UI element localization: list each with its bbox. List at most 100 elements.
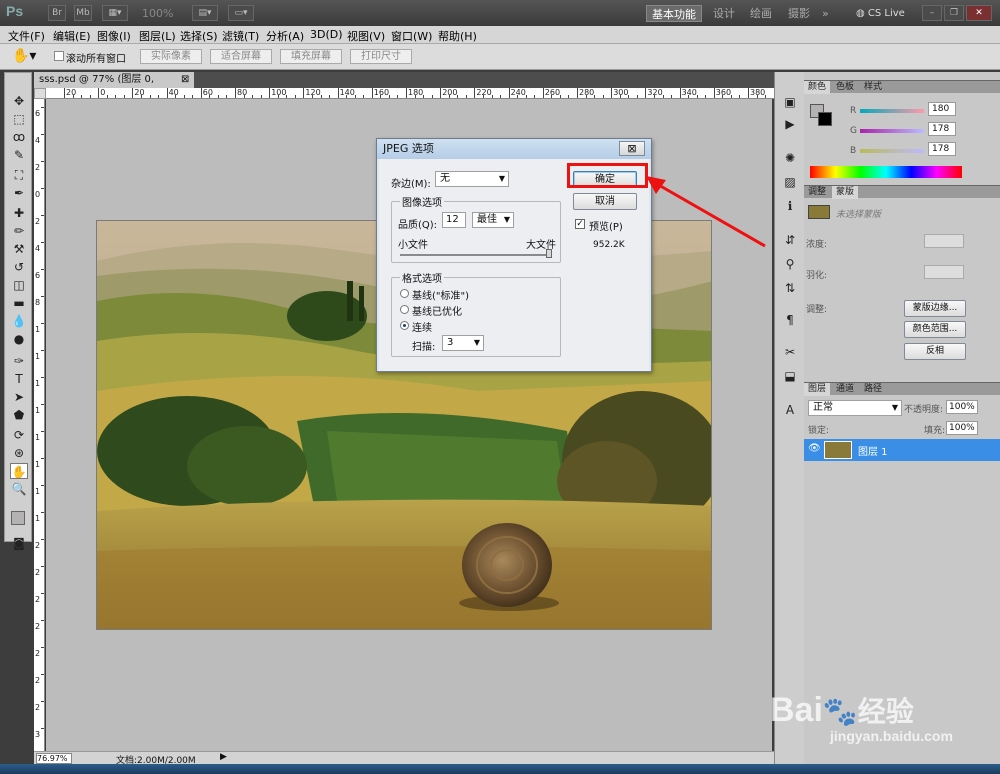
hand-tool-icon[interactable]: ✋▾ bbox=[12, 48, 36, 64]
quick-mask-icon[interactable]: ◙ bbox=[10, 535, 28, 551]
layer-row[interactable]: 👁 图层 1 bbox=[804, 439, 1000, 461]
tab-color[interactable]: 颜色 bbox=[804, 81, 831, 94]
tool-presets-icon[interactable]: ✂ bbox=[781, 344, 799, 360]
status-menu-arrow-icon[interactable]: ▶ bbox=[220, 752, 227, 762]
actual-pixels-button[interactable]: 实际像素 bbox=[140, 49, 202, 64]
quality-slider-thumb[interactable] bbox=[546, 249, 552, 258]
menu-filter[interactable]: 滤镜(T) bbox=[222, 28, 259, 44]
brush-tool-icon[interactable]: ✏ bbox=[10, 223, 28, 239]
panel-background-swatch[interactable] bbox=[818, 112, 832, 126]
path-select-tool-icon[interactable]: ➤ bbox=[10, 389, 28, 405]
zoom-tool-icon[interactable]: 🔍 bbox=[10, 481, 28, 497]
shape-tool-icon[interactable]: ⬟ bbox=[10, 407, 28, 423]
status-zoom-field[interactable]: 76.97% bbox=[36, 753, 72, 764]
eraser-tool-icon[interactable]: ◫ bbox=[10, 277, 28, 293]
3d-orbit-tool-icon[interactable]: ⊛ bbox=[10, 445, 28, 461]
info-panel-icon[interactable]: ℹ bbox=[781, 198, 799, 214]
mask-edge-button[interactable]: 蒙版边缘... bbox=[904, 300, 966, 317]
preview-checkbox[interactable]: ✓ bbox=[575, 219, 585, 229]
blend-mode-select[interactable]: 正常 ▼ bbox=[808, 400, 902, 416]
quality-slider[interactable] bbox=[400, 254, 552, 256]
workspace-photography[interactable]: 摄影 bbox=[788, 5, 810, 22]
quality-input[interactable]: 12 bbox=[442, 212, 466, 228]
menu-3d[interactable]: 3D(D) bbox=[310, 28, 343, 41]
g-slider[interactable] bbox=[860, 129, 924, 133]
crop-tool-icon[interactable]: ⛶ bbox=[10, 167, 28, 183]
ruler-origin[interactable] bbox=[34, 88, 46, 99]
lasso-tool-icon[interactable]: ꝏ bbox=[10, 129, 28, 145]
feather-field[interactable] bbox=[924, 265, 964, 279]
menu-window[interactable]: 窗口(W) bbox=[391, 28, 432, 44]
pen-tool-icon[interactable]: ✑ bbox=[10, 353, 28, 369]
actions-panel-icon[interactable]: ▶ bbox=[781, 116, 799, 132]
character-panel-icon[interactable]: ⇵ bbox=[781, 232, 799, 248]
paragraph-panel-icon[interactable]: ¶ bbox=[781, 312, 799, 328]
menu-view[interactable]: 视图(V) bbox=[347, 28, 385, 44]
bridge-button[interactable]: Br bbox=[48, 5, 66, 21]
clone-stamp-tool-icon[interactable]: ⚒ bbox=[10, 241, 28, 257]
menu-select[interactable]: 选择(S) bbox=[180, 28, 218, 44]
visibility-eye-icon[interactable]: 👁 bbox=[808, 443, 821, 454]
r-slider[interactable] bbox=[860, 109, 924, 113]
opacity-field[interactable]: 100% bbox=[946, 400, 978, 414]
scroll-all-windows-checkbox[interactable] bbox=[54, 51, 64, 61]
restore-button[interactable]: ❐ bbox=[944, 5, 964, 21]
minibridge-button[interactable]: Mb bbox=[74, 5, 92, 21]
menu-edit[interactable]: 编辑(E) bbox=[53, 28, 91, 44]
tab-styles[interactable]: 样式 bbox=[860, 81, 886, 94]
swatches-panel-icon[interactable]: ▨ bbox=[781, 174, 799, 190]
3d-panel-icon[interactable]: A bbox=[781, 402, 799, 418]
brush-panel-icon[interactable]: ✺ bbox=[781, 150, 799, 166]
b-slider[interactable] bbox=[860, 149, 924, 153]
g-value-field[interactable]: 178 bbox=[928, 122, 956, 136]
workspace-painting[interactable]: 绘画 bbox=[750, 5, 772, 22]
quality-preset-select[interactable]: 最佳 ▼ bbox=[472, 212, 514, 228]
close-document-icon[interactable]: ⊠ bbox=[181, 72, 189, 88]
cs-live-button[interactable]: ◍ CS Live bbox=[856, 5, 905, 22]
healing-brush-tool-icon[interactable]: ✚ bbox=[10, 205, 28, 221]
b-value-field[interactable]: 178 bbox=[928, 142, 956, 156]
move-tool-icon[interactable]: ✥ bbox=[10, 93, 28, 109]
menu-image[interactable]: 图像(I) bbox=[97, 28, 131, 44]
fit-screen-button[interactable]: 适合屏幕 bbox=[210, 49, 272, 64]
format-baseline-radio[interactable] bbox=[400, 289, 409, 298]
marquee-tool-icon[interactable]: ⬚ bbox=[10, 111, 28, 127]
invert-button[interactable]: 反相 bbox=[904, 343, 966, 360]
workspace-design[interactable]: 设计 bbox=[713, 5, 735, 22]
tab-layers[interactable]: 图层 bbox=[804, 383, 831, 396]
menu-analysis[interactable]: 分析(A) bbox=[266, 28, 304, 44]
format-optimized-radio[interactable] bbox=[400, 305, 409, 314]
eyedropper-tool-icon[interactable]: ✒ bbox=[10, 185, 28, 201]
screen-mode-button[interactable]: ▭▾ bbox=[228, 5, 254, 21]
paths-panel-icon[interactable]: ⚲ bbox=[781, 256, 799, 272]
tab-masks[interactable]: 蒙版 bbox=[832, 186, 859, 199]
quick-select-tool-icon[interactable]: ✎ bbox=[10, 147, 28, 163]
cancel-button[interactable]: 取消 bbox=[573, 193, 637, 210]
type-tool-icon[interactable]: T bbox=[10, 371, 28, 387]
tab-swatches[interactable]: 色板 bbox=[832, 81, 858, 94]
zoom-level-select[interactable]: 100% bbox=[142, 5, 173, 22]
menu-file[interactable]: 文件(F) bbox=[8, 28, 45, 44]
menu-help[interactable]: 帮助(H) bbox=[438, 28, 477, 44]
close-app-button[interactable]: ✕ bbox=[966, 5, 992, 21]
foreground-color-swatch[interactable] bbox=[11, 511, 25, 525]
view-extras-button[interactable]: ▦▾ bbox=[102, 5, 128, 21]
animation-panel-icon[interactable]: ⇅ bbox=[781, 280, 799, 296]
menu-layer[interactable]: 图层(L) bbox=[139, 28, 176, 44]
arrange-documents-button[interactable]: ▤▾ bbox=[192, 5, 218, 21]
fill-field[interactable]: 100% bbox=[946, 421, 978, 435]
r-value-field[interactable]: 180 bbox=[928, 102, 956, 116]
document-tab[interactable]: sss.psd @ 77% (图层 0, RGB/8#) ⊠ bbox=[34, 72, 194, 101]
history-panel-icon[interactable]: ▣ bbox=[781, 94, 799, 110]
dodge-tool-icon[interactable]: ● bbox=[10, 331, 28, 347]
workspace-essentials[interactable]: 基本功能 bbox=[646, 5, 702, 22]
color-range-button[interactable]: 颜色范围... bbox=[904, 321, 966, 338]
tab-channels[interactable]: 通道 bbox=[832, 383, 858, 396]
3d-rotate-tool-icon[interactable]: ⟳ bbox=[10, 427, 28, 443]
format-progressive-radio[interactable] bbox=[400, 321, 409, 330]
gradient-tool-icon[interactable]: ▬ bbox=[10, 295, 28, 311]
tab-paths[interactable]: 路径 bbox=[860, 383, 886, 396]
blur-tool-icon[interactable]: 💧 bbox=[10, 313, 28, 329]
color-ramp[interactable] bbox=[810, 166, 962, 178]
more-workspaces-button[interactable]: » bbox=[822, 5, 829, 22]
